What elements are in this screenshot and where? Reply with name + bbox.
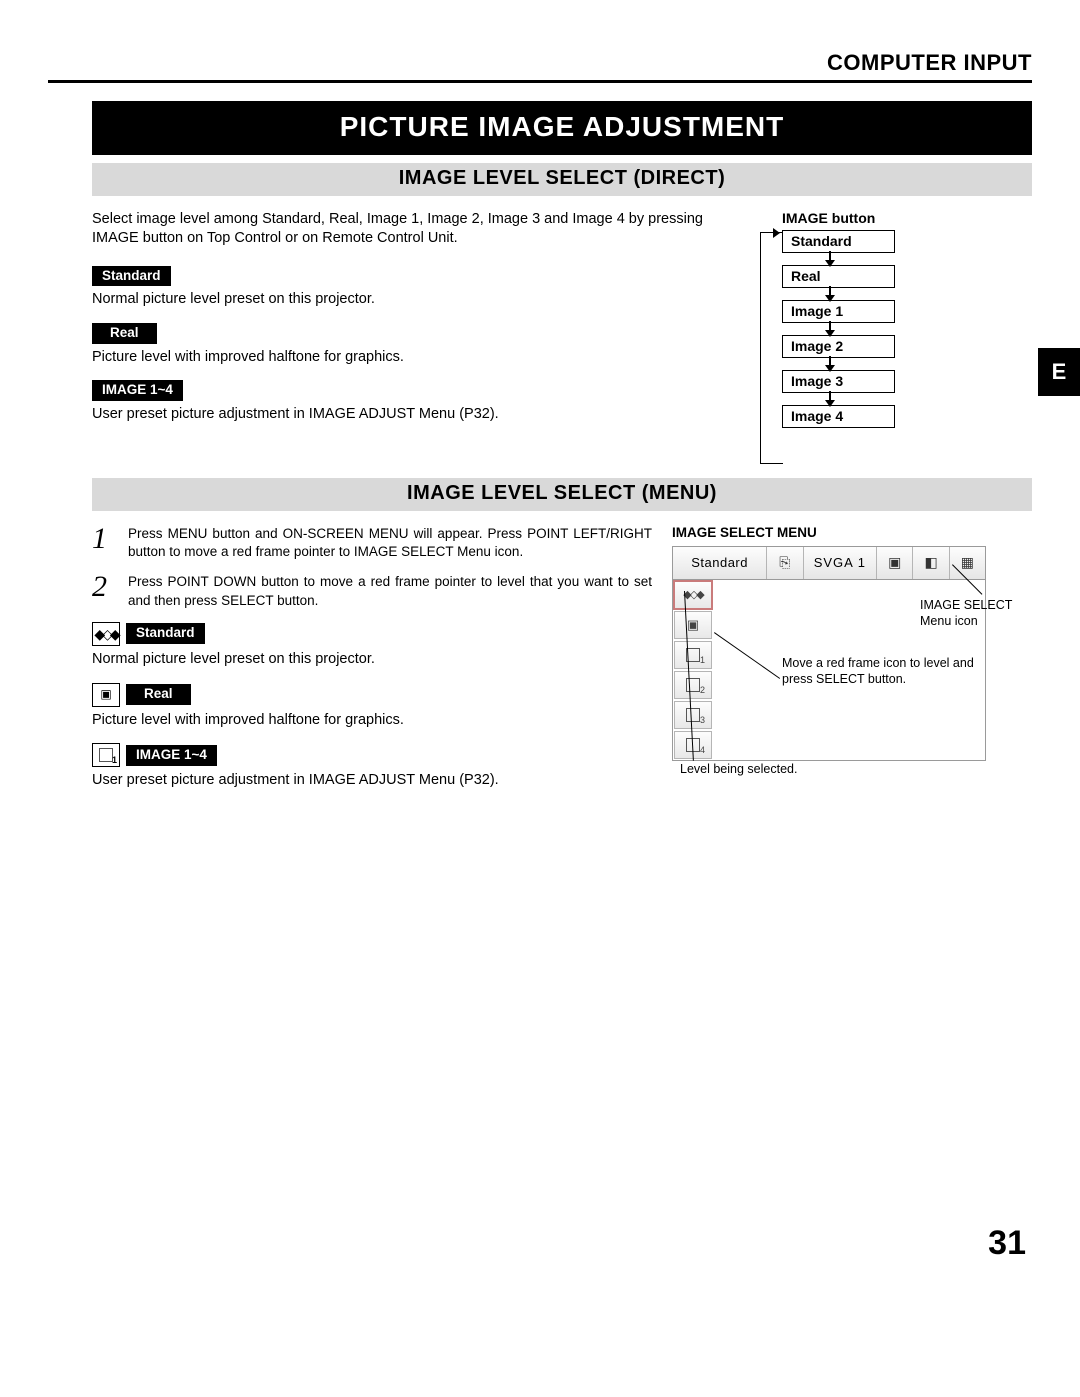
flow-image4: Image 4 <box>782 405 895 428</box>
callout-level: Level being selected. <box>680 761 880 777</box>
osd-mock: Standard ⎘ SVGA 1 ▣ ◧ ▦ ◆◇◆ ▣ 1 2 3 4 <box>672 546 986 761</box>
osd-mode-label: Standard <box>673 547 767 579</box>
osd-screen-icon: ▦ <box>950 547 985 579</box>
icon-image14: 1 <box>92 743 120 767</box>
osd-adjust-icon: ◧ <box>913 547 949 579</box>
side-tab-e: E <box>1038 348 1080 396</box>
step-2-num: 2 <box>92 573 114 609</box>
section1-left: Select image level among Standard, Real,… <box>92 210 712 438</box>
step-2-text: Press POINT DOWN button to move a red fr… <box>128 573 652 609</box>
pill-image14: IMAGE 1~4 <box>92 380 183 401</box>
flow-image2: Image 2 <box>782 335 895 358</box>
desc-real: Picture level with improved halftone for… <box>92 348 712 367</box>
flow-standard: Standard <box>782 230 895 253</box>
callout-move: Move a red frame icon to level and press… <box>782 655 1002 688</box>
section1-banner: IMAGE LEVEL SELECT (DIRECT) <box>92 163 1032 196</box>
pill2-real: Real <box>126 684 191 705</box>
flow-real: Real <box>782 265 895 288</box>
section1-intro: Select image level among Standard, Real,… <box>92 210 712 248</box>
desc2-real: Picture level with improved halftone for… <box>92 711 652 730</box>
osd-imgselect-icon: ▣ <box>877 547 913 579</box>
osd-item-standard: ◆◇◆ <box>674 581 712 609</box>
pill2-standard: Standard <box>126 623 205 644</box>
desc-standard: Normal picture level preset on this proj… <box>92 290 712 309</box>
page-number: 31 <box>48 1224 1032 1263</box>
osd-svga: SVGA 1 <box>804 547 878 579</box>
section2-banner: IMAGE LEVEL SELECT (MENU) <box>92 478 1032 511</box>
desc2-standard: Normal picture level preset on this proj… <box>92 650 652 669</box>
step-1-num: 1 <box>92 525 114 561</box>
pill-standard: Standard <box>92 266 171 287</box>
step-1-text: Press MENU button and ON-SCREEN MENU wil… <box>128 525 652 561</box>
section2-left: 1 Press MENU button and ON-SCREEN MENU w… <box>92 525 652 804</box>
header-title: COMPUTER INPUT <box>48 50 1032 78</box>
page-header: COMPUTER INPUT <box>48 50 1032 83</box>
pill-real: Real <box>92 323 157 344</box>
icon-real: ▣ <box>92 683 120 707</box>
callout-icon: IMAGE SELECT Menu icon <box>920 597 1030 630</box>
flow-diagram: IMAGE button Standard Real Image 1 Image… <box>732 210 1032 428</box>
flow-image1: Image 1 <box>782 300 895 323</box>
flow-title: IMAGE button <box>782 210 1032 226</box>
flow-image3: Image 3 <box>782 370 895 393</box>
pill2-image14: IMAGE 1~4 <box>126 745 217 766</box>
osd-item-real: ▣ <box>674 611 712 639</box>
osd-item-img1: 1 <box>674 641 712 669</box>
desc-image14: User preset picture adjustment in IMAGE … <box>92 405 712 424</box>
main-banner: PICTURE IMAGE ADJUSTMENT <box>92 101 1032 155</box>
icon-standard: ◆◇◆ <box>92 622 120 646</box>
desc2-image14: User preset picture adjustment in IMAGE … <box>92 771 652 790</box>
osd-item-img2: 2 <box>674 671 712 699</box>
menu-title: IMAGE SELECT MENU <box>672 525 1032 540</box>
osd-input-icon: ⎘ <box>767 547 803 579</box>
osd-item-img3: 3 <box>674 701 712 729</box>
